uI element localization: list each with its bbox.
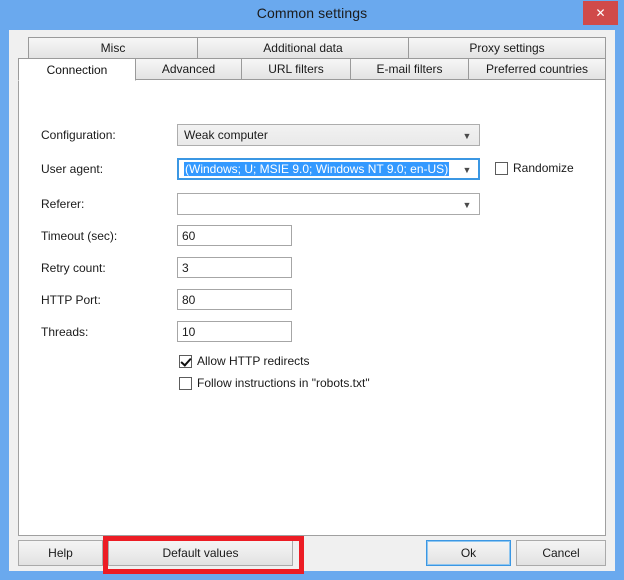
chevron-down-icon: ▼ (462, 199, 472, 210)
follow-robots-label: Follow instructions in "robots.txt" (197, 376, 370, 390)
configuration-select[interactable]: Weak computer ▼ (177, 124, 480, 146)
tab-label: Advanced (161, 62, 216, 76)
tab-label: Connection (46, 62, 108, 77)
tab-additional-data[interactable]: Additional data (197, 37, 409, 59)
timeout-input[interactable] (177, 225, 292, 246)
close-button[interactable]: ✕ (583, 1, 618, 25)
tab-misc[interactable]: Misc (28, 37, 198, 59)
referer-label: Referer: (41, 197, 85, 211)
close-icon: ✕ (595, 6, 606, 20)
user-agent-select[interactable]: (Windows; U; MSIE 9.0; Windows NT 9.0; e… (177, 158, 480, 180)
tab-row-bottom: Connection Advanced URL filters E-mail f… (18, 58, 606, 81)
randomize-checkbox[interactable]: Randomize (495, 161, 574, 175)
referer-select[interactable]: ▼ (177, 193, 480, 215)
tab-email-filters[interactable]: E-mail filters (350, 58, 469, 80)
retry-count-input[interactable] (177, 257, 292, 278)
ok-button[interactable]: Ok (426, 540, 511, 566)
tab-url-filters[interactable]: URL filters (241, 58, 351, 80)
cancel-button[interactable]: Cancel (516, 540, 606, 566)
http-port-label: HTTP Port: (41, 293, 101, 307)
tab-label: Misc (100, 41, 126, 55)
tab-page-connection: Configuration: Weak computer ▼ User agen… (18, 80, 606, 536)
dialog-window: Common settings ✕ Misc Additional data P… (0, 0, 624, 580)
tab-advanced[interactable]: Advanced (135, 58, 242, 80)
http-port-input[interactable] (177, 289, 292, 310)
timeout-label: Timeout (sec): (41, 229, 118, 243)
configuration-label: Configuration: (41, 128, 116, 142)
tab-label: Additional data (263, 41, 343, 55)
threads-label: Threads: (41, 325, 89, 339)
chevron-down-icon: ▼ (462, 130, 472, 141)
dialog-body: Misc Additional data Proxy settings Conn… (9, 30, 615, 571)
threads-input[interactable] (177, 321, 292, 342)
checkbox-box (179, 354, 192, 368)
tab-label: Proxy settings (469, 41, 545, 55)
tab-label: Preferred countries (485, 62, 589, 76)
randomize-label: Randomize (513, 161, 574, 175)
tab-row-top: Misc Additional data Proxy settings (18, 37, 606, 59)
title-bar: Common settings ✕ (0, 0, 624, 30)
follow-robots-checkbox[interactable]: Follow instructions in "robots.txt" (179, 374, 370, 392)
checkbox-box (179, 376, 192, 390)
tab-label: URL filters (268, 62, 324, 76)
chevron-down-icon: ▼ (462, 164, 472, 175)
checkbox-box (495, 161, 508, 175)
tab-label: E-mail filters (376, 62, 443, 76)
tab-proxy-settings[interactable]: Proxy settings (408, 37, 606, 59)
tab-strip: Misc Additional data Proxy settings Conn… (18, 37, 606, 81)
tab-connection[interactable]: Connection (18, 58, 136, 81)
allow-http-redirects-checkbox[interactable]: Allow HTTP redirects (179, 352, 309, 370)
user-agent-value: (Windows; U; MSIE 9.0; Windows NT 9.0; e… (184, 162, 450, 176)
window-title: Common settings (256, 5, 368, 21)
tab-preferred-countries[interactable]: Preferred countries (468, 58, 606, 80)
user-agent-label: User agent: (41, 162, 104, 176)
configuration-value: Weak computer (184, 128, 268, 142)
help-button[interactable]: Help (18, 540, 103, 566)
footer-button-bar: Help Default values Ok Cancel (9, 536, 615, 571)
allow-http-redirects-label: Allow HTTP redirects (197, 354, 310, 368)
retry-count-label: Retry count: (41, 261, 106, 275)
default-values-button[interactable]: Default values (108, 540, 293, 566)
